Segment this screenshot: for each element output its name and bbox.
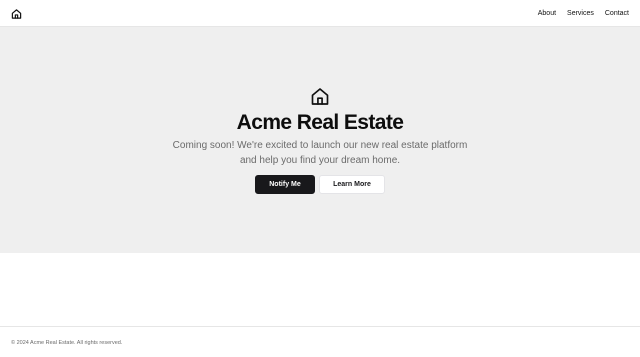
hero-subtitle: Coming soon! We're excited to launch our…	[172, 140, 468, 166]
copyright-text: © 2024 Acme Real Estate. All rights rese…	[11, 340, 123, 346]
home-icon[interactable]	[11, 8, 22, 20]
page: About Services Contact Acme Real Estate …	[0, 0, 640, 357]
hero-section: Acme Real Estate Coming soon! We're exci…	[0, 27, 640, 253]
main-nav: About Services Contact	[538, 9, 629, 18]
home-icon	[311, 88, 329, 105]
hero-actions: Notify Me Learn More	[0, 175, 640, 194]
nav-link-services[interactable]: Services	[567, 9, 594, 18]
site-footer: © 2024 Acme Real Estate. All rights rese…	[0, 326, 640, 357]
notify-me-button[interactable]: Notify Me	[255, 175, 315, 194]
learn-more-button[interactable]: Learn More	[319, 175, 385, 194]
site-header: About Services Contact	[0, 0, 640, 27]
nav-link-about[interactable]: About	[538, 9, 556, 18]
page-title: Acme Real Estate	[236, 111, 404, 134]
nav-link-contact[interactable]: Contact	[605, 9, 629, 18]
